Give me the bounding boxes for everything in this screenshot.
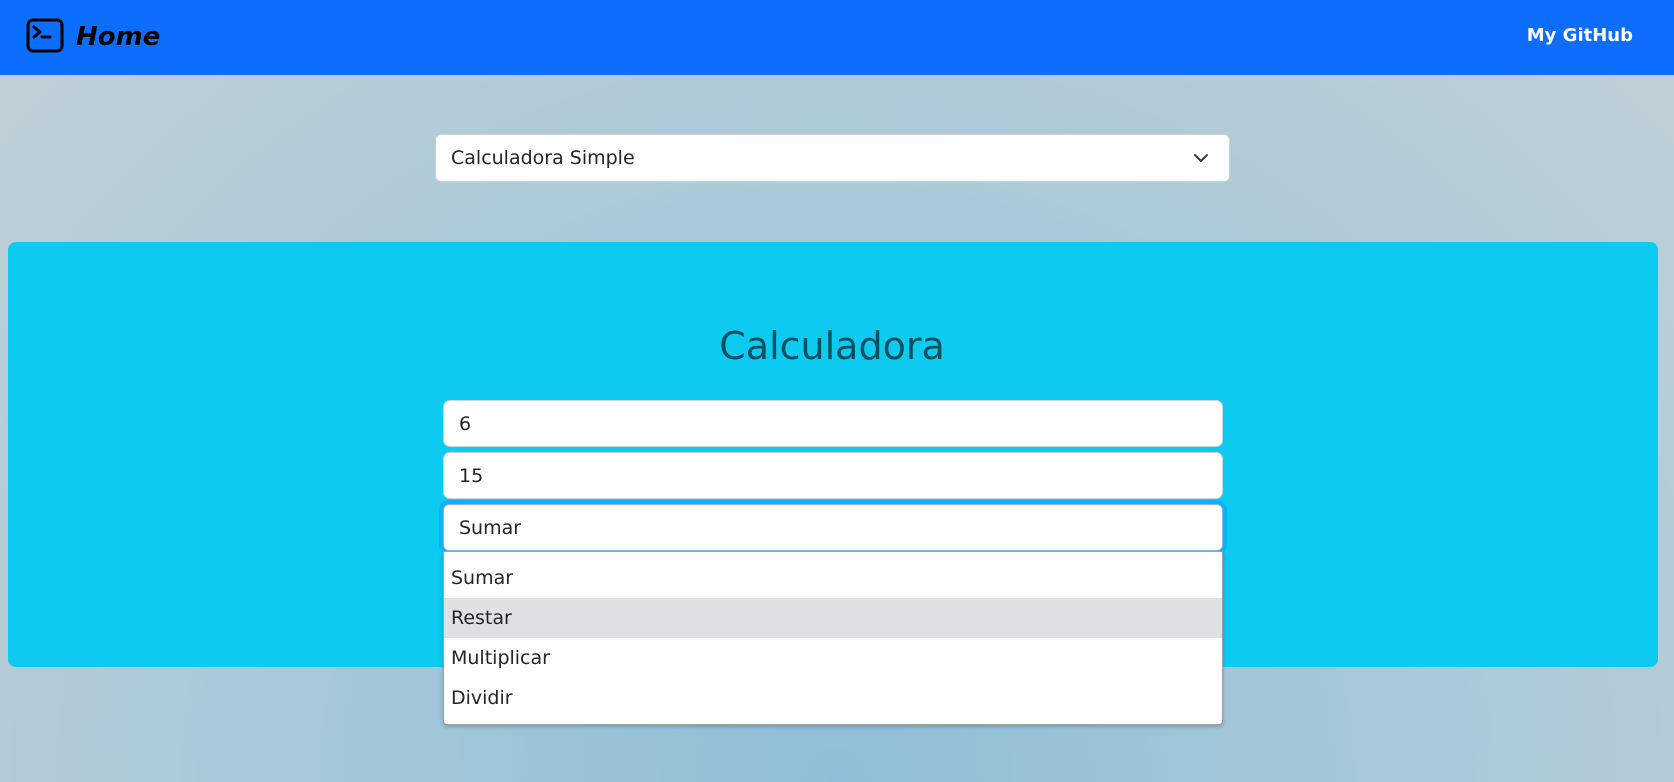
chevron-down-icon (1194, 154, 1208, 162)
calculator-title: Calculadora (719, 324, 945, 368)
operation-select-value: Sumar (459, 516, 522, 539)
option-multiplicar[interactable]: Multiplicar (444, 638, 1222, 678)
option-sumar[interactable]: Sumar (444, 558, 1222, 598)
mode-select-value: Calculadora Simple (451, 147, 635, 169)
brand-home-link[interactable]: Home (26, 16, 160, 58)
second-number-input[interactable] (443, 452, 1223, 499)
operation-dropdown-list: Sumar Restar Multiplicar Dividir (443, 551, 1223, 725)
brand-label: Home (76, 22, 161, 52)
github-link[interactable]: My GitHub (1527, 25, 1633, 46)
operation-select[interactable]: Sumar (443, 504, 1223, 551)
option-restar[interactable]: Restar (444, 598, 1222, 638)
first-number-input[interactable] (443, 400, 1223, 447)
option-dividir[interactable]: Dividir (444, 678, 1222, 718)
terminal-icon (26, 18, 64, 53)
navbar: Home My GitHub (0, 0, 1674, 75)
calculator-mode-select[interactable]: Calculadora Simple (435, 134, 1230, 182)
